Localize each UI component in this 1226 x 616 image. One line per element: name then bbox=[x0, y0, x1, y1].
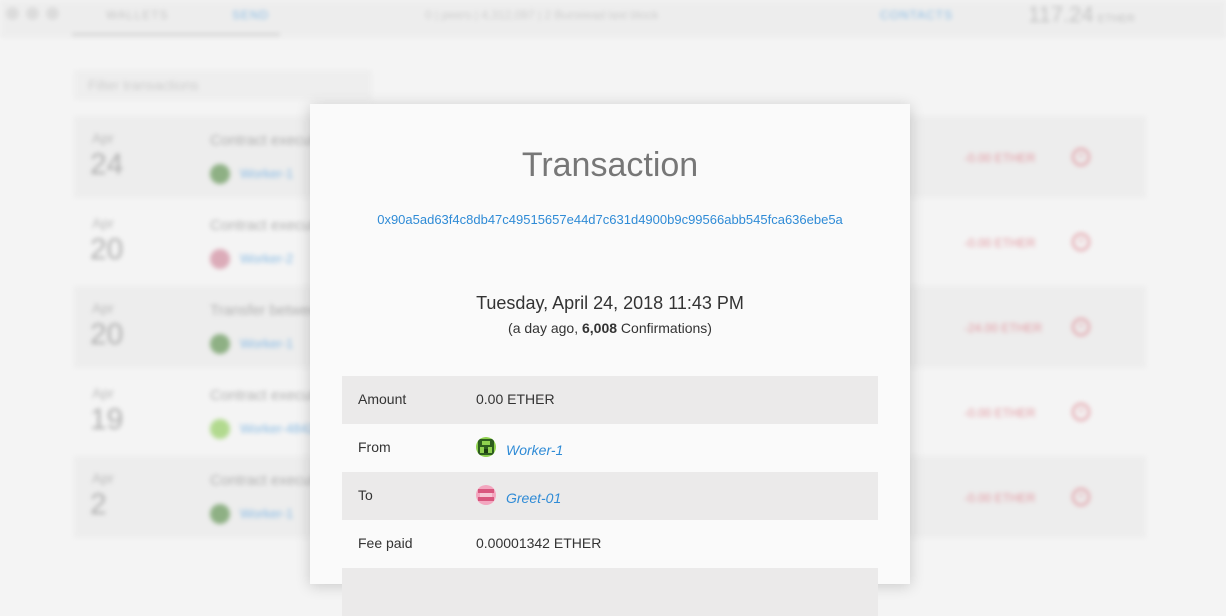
tab-contacts[interactable]: CONTACTS bbox=[880, 8, 953, 22]
to-label: To bbox=[358, 487, 373, 503]
fee-row: Fee paid 0.00001342 ETHER bbox=[342, 520, 878, 568]
tx-account-link[interactable]: Worker-1 bbox=[240, 336, 293, 351]
tab-send[interactable]: SEND bbox=[232, 8, 269, 22]
from-row: From Worker-1 bbox=[342, 424, 878, 472]
worker-identicon bbox=[210, 334, 230, 354]
tx-amount: -24.00 ETHER bbox=[964, 321, 1043, 335]
time-ago-text: (a day ago, bbox=[508, 320, 582, 336]
worker-identicon bbox=[210, 419, 230, 439]
tx-account-link[interactable]: Worker-2 bbox=[240, 251, 293, 266]
balance-unit: ETHER bbox=[1097, 13, 1135, 25]
close-window-dot[interactable] bbox=[6, 7, 19, 20]
to-account-link[interactable]: Greet-01 bbox=[506, 490, 561, 506]
minimize-window-dot[interactable] bbox=[26, 7, 39, 20]
maximize-window-dot[interactable] bbox=[46, 7, 59, 20]
tx-month: Apr bbox=[92, 130, 114, 146]
active-tab-indicator bbox=[72, 33, 280, 36]
to-account: Greet-01 bbox=[476, 484, 561, 506]
tx-day: 20 bbox=[90, 318, 124, 351]
cancel-icon[interactable]: × bbox=[1072, 318, 1090, 336]
tx-month: Apr bbox=[92, 470, 114, 486]
tx-account-link[interactable]: Worker-1 bbox=[240, 506, 293, 521]
worker-identicon bbox=[210, 504, 230, 524]
modal-title: Transaction bbox=[521, 146, 699, 184]
amount-label: Amount bbox=[358, 391, 407, 407]
tx-account-link[interactable]: Worker-1 bbox=[240, 166, 293, 181]
confirmation-info: (a day ago, 6,008 Confirmations) bbox=[310, 320, 910, 336]
tx-amount: -0.00 ETHER bbox=[964, 491, 1036, 505]
from-account-link[interactable]: Worker-1 bbox=[506, 442, 563, 458]
tx-day: 2 bbox=[90, 488, 107, 521]
worker-identicon bbox=[210, 164, 230, 184]
fee-value: 0.00001342 ETHER bbox=[476, 535, 602, 551]
to-row: To Greet-01 bbox=[342, 472, 878, 520]
tx-day: 19 bbox=[90, 403, 124, 436]
total-balance: 117.24 ETHER bbox=[1028, 2, 1135, 28]
from-label: From bbox=[358, 439, 391, 455]
balance-value: 117.24 bbox=[1028, 2, 1094, 27]
tab-wallets[interactable]: WALLETS bbox=[106, 8, 169, 22]
transaction-details-modal: Transaction 0x90a5ad63f4c8db47c49515657e… bbox=[310, 104, 910, 616]
tx-amount: -0.00 ETHER bbox=[964, 151, 1036, 165]
tx-day: 20 bbox=[90, 233, 124, 266]
fee-label: Fee paid bbox=[358, 535, 413, 551]
cancel-icon[interactable]: × bbox=[1072, 233, 1090, 251]
tx-month: Apr bbox=[92, 215, 114, 231]
green-identicon-icon bbox=[476, 437, 496, 457]
network-status: 0 | peers | 4,312,097 | 2 Bunstead last … bbox=[425, 8, 659, 22]
transaction-date: Tuesday, April 24, 2018 11:43 PM bbox=[476, 293, 744, 313]
confirmation-count: 6,008 bbox=[581, 320, 618, 336]
top-nav-bar: WALLETS SEND 0 | peers | 4,312,097 | 2 B… bbox=[0, 0, 1226, 37]
tx-amount: -0.00 ETHER bbox=[964, 236, 1036, 250]
worker-identicon bbox=[210, 249, 230, 269]
filter-transactions-input[interactable]: Filter transactions bbox=[74, 70, 372, 100]
next-detail-row bbox=[342, 568, 878, 616]
amount-row: Amount 0.00 ETHER bbox=[342, 376, 878, 424]
tx-amount: -0.00 ETHER bbox=[964, 406, 1036, 420]
cancel-icon[interactable]: × bbox=[1072, 148, 1090, 166]
cancel-icon[interactable]: × bbox=[1072, 488, 1090, 506]
cancel-icon[interactable]: × bbox=[1072, 403, 1090, 421]
transaction-details-table: Amount 0.00 ETHER From Worker-1 To Greet… bbox=[342, 376, 878, 616]
tx-day: 24 bbox=[90, 148, 124, 181]
pink-identicon-icon bbox=[476, 485, 496, 505]
amount-value: 0.00 ETHER bbox=[476, 391, 555, 407]
tx-month: Apr bbox=[92, 385, 114, 401]
tx-account-link[interactable]: Worker-4842 bbox=[240, 421, 315, 436]
confirmation-suffix: Confirmations) bbox=[617, 320, 712, 336]
tx-month: Apr bbox=[92, 300, 114, 316]
transaction-hash-link[interactable]: 0x90a5ad63f4c8db47c49515657e44d7c631d490… bbox=[310, 212, 910, 227]
from-account: Worker-1 bbox=[476, 436, 563, 458]
